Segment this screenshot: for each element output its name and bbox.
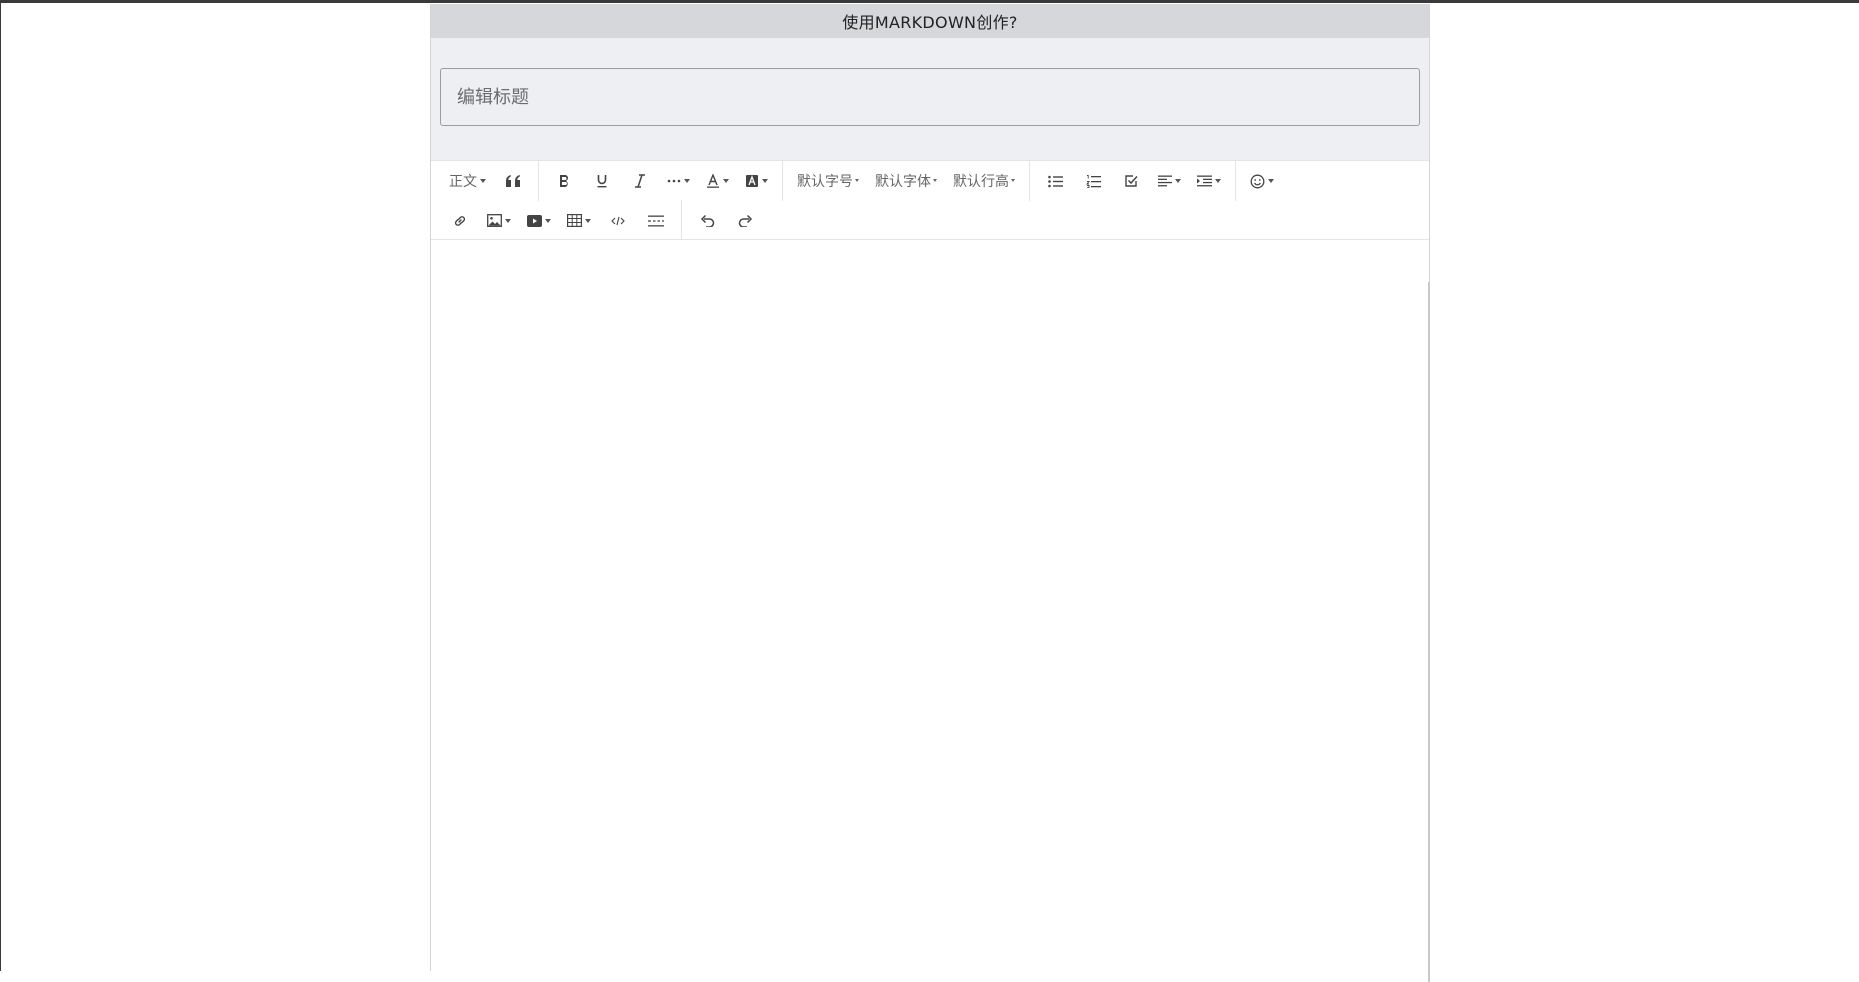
redo-icon [738, 214, 752, 227]
image-icon [487, 214, 502, 227]
article-editor: 使用MARKDOWN创作? 正文 [430, 4, 1430, 982]
chevron-down-icon [933, 178, 937, 182]
font-family-label: 默认字体 [875, 174, 931, 190]
chevron-down-icon [855, 178, 859, 182]
underline-icon [597, 175, 607, 188]
chevron-down-icon [1011, 178, 1015, 182]
chevron-down-icon [585, 218, 591, 223]
numbered-list-button[interactable] [1078, 166, 1108, 196]
align-icon [1158, 175, 1172, 187]
toolbar-row-1: 正文 默认字号 默认字体 默认行高 [441, 161, 1419, 201]
markdown-toggle-label: 使用MARKDOWN创作? [842, 13, 1018, 32]
todo-icon [1125, 175, 1138, 187]
chevron-down-icon [505, 218, 511, 223]
markdown-toggle-button[interactable]: 使用MARKDOWN创作? [431, 4, 1429, 38]
table-icon [567, 214, 582, 227]
chevron-down-icon [762, 179, 768, 183]
paragraph-style-label: 正文 [449, 174, 477, 190]
italic-icon [635, 174, 645, 188]
content-scrollbar[interactable] [1428, 282, 1430, 982]
title-input[interactable] [440, 68, 1420, 126]
chevron-down-icon [545, 218, 551, 223]
redo-button[interactable] [730, 206, 760, 236]
toolbar-divider [681, 199, 682, 242]
toolbar-row-2 [441, 199, 1419, 242]
font-color-icon [707, 174, 719, 188]
emoji-icon [1250, 174, 1265, 188]
image-button[interactable] [483, 206, 515, 236]
line-height-select[interactable]: 默认行高 [949, 166, 1019, 196]
align-button[interactable] [1154, 166, 1185, 196]
underline-button[interactable] [587, 166, 617, 196]
bullet-list-icon [1047, 175, 1063, 187]
quote-button[interactable] [498, 166, 528, 196]
video-icon [527, 214, 542, 227]
link-button[interactable] [445, 206, 475, 236]
editor-toolbar: 正文 默认字号 默认字体 默认行高 [431, 160, 1429, 242]
toolbar-divider [1235, 161, 1236, 201]
undo-button[interactable] [692, 206, 722, 236]
table-button[interactable] [563, 206, 595, 236]
chevron-down-icon [1268, 179, 1274, 183]
indent-button[interactable] [1193, 166, 1225, 196]
emoji-button[interactable] [1246, 166, 1278, 196]
divider-button[interactable] [641, 206, 671, 236]
font-size-label: 默认字号 [797, 174, 853, 190]
chevron-down-icon [723, 179, 729, 183]
bullet-list-button[interactable] [1040, 166, 1070, 196]
chevron-down-icon [684, 179, 690, 183]
undo-icon [700, 214, 714, 227]
link-icon [454, 215, 466, 226]
divider-icon [648, 215, 664, 226]
line-height-label: 默认行高 [953, 174, 1009, 190]
font-family-select[interactable]: 默认字体 [871, 166, 941, 196]
paragraph-style-select[interactable]: 正文 [445, 166, 490, 196]
video-button[interactable] [523, 206, 555, 236]
toolbar-divider [782, 161, 783, 201]
more-styles-icon [667, 179, 681, 183]
editor-content-area[interactable] [431, 240, 1430, 982]
chevron-down-icon [1175, 179, 1181, 183]
background-color-icon [746, 175, 758, 187]
toolbar-divider [538, 161, 539, 201]
todo-button[interactable] [1116, 166, 1146, 196]
code-block-button[interactable] [603, 206, 633, 236]
code-block-icon [611, 216, 625, 225]
chevron-down-icon [480, 179, 486, 183]
bold-icon [560, 174, 569, 187]
toolbar-divider [1029, 161, 1030, 201]
numbered-list-icon [1085, 175, 1101, 188]
chevron-down-icon [1215, 179, 1221, 183]
more-styles-button[interactable] [663, 166, 694, 196]
indent-icon [1197, 175, 1212, 187]
quote-icon [506, 175, 520, 187]
font-size-select[interactable]: 默认字号 [793, 166, 863, 196]
italic-button[interactable] [625, 166, 655, 196]
bold-button[interactable] [549, 166, 579, 196]
font-color-button[interactable] [702, 166, 733, 196]
background-color-button[interactable] [741, 166, 772, 196]
title-section [431, 38, 1429, 160]
